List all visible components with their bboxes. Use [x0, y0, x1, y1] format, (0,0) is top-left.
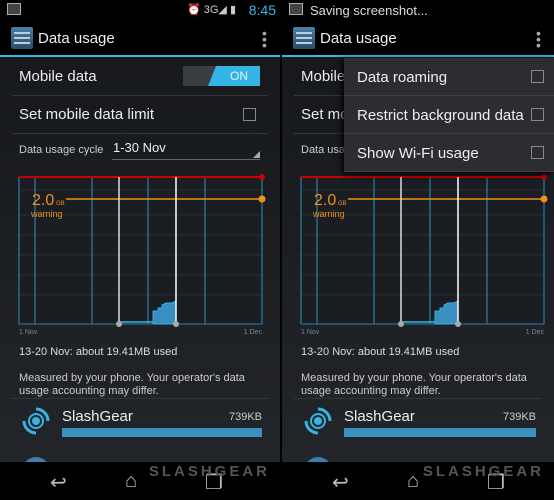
- cycle-dropdown[interactable]: 1-30 Nov: [112, 140, 260, 160]
- app-name: SlashGear: [62, 408, 133, 425]
- limit-handle[interactable]: [259, 174, 265, 180]
- warning-label: warning: [312, 209, 345, 219]
- action-bar: Data usage • • •: [282, 20, 554, 57]
- screenshot-icon: [7, 3, 21, 15]
- menu-item-label: Data roaming: [357, 69, 448, 86]
- warning-label: warning: [30, 209, 63, 219]
- toggle-on-label: ON: [208, 66, 260, 86]
- mobile-data-row[interactable]: Mobile data ON: [12, 58, 268, 96]
- page-title: Data usage: [320, 30, 397, 47]
- clock: 8:45: [248, 2, 276, 18]
- menu-item-label: Restrict background data: [357, 107, 524, 124]
- warning-handle[interactable]: [258, 195, 266, 203]
- status-bar: Saving screenshot...: [282, 0, 554, 20]
- watermark: SLASHGEAR: [148, 463, 270, 480]
- chart-bg: [19, 176, 262, 324]
- warning-unit: GB: [56, 201, 65, 207]
- overflow-menu: Data roaming Restrict background data Sh…: [344, 58, 554, 172]
- settings-app-icon: [293, 27, 315, 49]
- divider: [294, 398, 542, 399]
- app-usage-bar: [62, 428, 262, 437]
- warning-value: 2.0: [32, 192, 54, 209]
- status-bar: ⏰ 3G◢ ▮ 8:45: [0, 0, 280, 20]
- sweep-start-handle[interactable]: [116, 321, 122, 327]
- app-name: SlashGear: [344, 408, 415, 425]
- warning-value: 2.0: [314, 192, 336, 209]
- network-type: 3G: [203, 4, 219, 16]
- app-usage-bar: [344, 428, 536, 437]
- status-message: Saving screenshot...: [310, 3, 428, 18]
- measured-note: Measured by your phone. Your operator's …: [19, 372, 245, 397]
- home-icon[interactable]: ⌂: [125, 470, 137, 493]
- sweep-end-handle[interactable]: [455, 321, 461, 327]
- warning-unit: GB: [338, 201, 347, 207]
- screenshot-icon: [289, 3, 303, 15]
- sweep-start-handle[interactable]: [398, 321, 404, 327]
- sweep-end-handle[interactable]: [173, 321, 179, 327]
- slashgear-app-icon: [304, 407, 332, 435]
- x-end-label: 1 Dec: [526, 329, 545, 336]
- phone-screen-left: ⏰ 3G◢ ▮ 8:45 Data usage • • • Mobile data …: [0, 0, 280, 500]
- menu-item-checkbox[interactable]: [531, 108, 544, 121]
- data-limit-checkbox[interactable]: [243, 108, 256, 121]
- limit-handle[interactable]: [541, 174, 547, 180]
- page-title: Data usage: [38, 30, 115, 47]
- slashgear-app-icon: [22, 407, 50, 435]
- menu-item-label: Show Wi-Fi usage: [357, 145, 479, 162]
- settings-app-icon: [11, 27, 33, 49]
- chart-bg: [301, 176, 544, 324]
- usage-summary: 13-20 Nov: about 19.41MB used: [301, 346, 460, 358]
- x-start-label: 1 Nov: [19, 329, 38, 336]
- back-icon[interactable]: ↩: [50, 470, 67, 495]
- usage-chart[interactable]: 2.0 GB warning 1 Nov 1 Dec: [282, 170, 554, 340]
- app-size: 739KB: [228, 411, 262, 423]
- warning-handle[interactable]: [540, 195, 548, 203]
- menu-item-checkbox[interactable]: [531, 70, 544, 83]
- data-limit-label: Set mobile data limit: [19, 106, 155, 123]
- mobile-data-toggle[interactable]: ON: [183, 66, 260, 86]
- x-end-label: 1 Dec: [244, 329, 263, 336]
- app-size: 739KB: [502, 411, 536, 423]
- overflow-menu-icon[interactable]: • • •: [262, 26, 267, 52]
- dropdown-arrow-icon: [253, 151, 260, 158]
- cycle-value: 1-30 Nov: [113, 140, 166, 155]
- x-start-label: 1 Nov: [301, 329, 320, 336]
- cycle-label: Data usage cycle: [19, 144, 104, 156]
- menu-item[interactable]: Show Wi-Fi usage: [344, 134, 554, 172]
- measured-note: Measured by your phone. Your operator's …: [301, 372, 527, 397]
- menu-item[interactable]: Data roaming: [344, 58, 554, 96]
- watermark: SLASHGEAR: [422, 463, 544, 480]
- cycle-row: Data usage cycle 1-30 Nov: [12, 134, 268, 166]
- data-limit-row[interactable]: Set mobile data limit: [12, 96, 268, 134]
- usage-summary: 13-20 Nov: about 19.41MB used: [19, 346, 178, 358]
- signal-icon: ⏰ 3G◢ ▮: [186, 4, 236, 16]
- phone-screen-right: Saving screenshot... Data usage • • • Mobi…: [282, 0, 554, 500]
- menu-item[interactable]: Restrict background data: [344, 96, 554, 134]
- home-icon[interactable]: ⌂: [407, 470, 419, 493]
- divider: [12, 398, 268, 399]
- action-bar: Data usage • • •: [0, 20, 280, 57]
- usage-chart[interactable]: 2.0 GB warning 1 Nov 1 Dec: [0, 170, 280, 340]
- back-icon[interactable]: ↩: [332, 470, 349, 495]
- overflow-menu-icon[interactable]: • • •: [536, 26, 541, 52]
- menu-item-checkbox[interactable]: [531, 146, 544, 159]
- mobile-data-label: Mobile data: [19, 68, 97, 85]
